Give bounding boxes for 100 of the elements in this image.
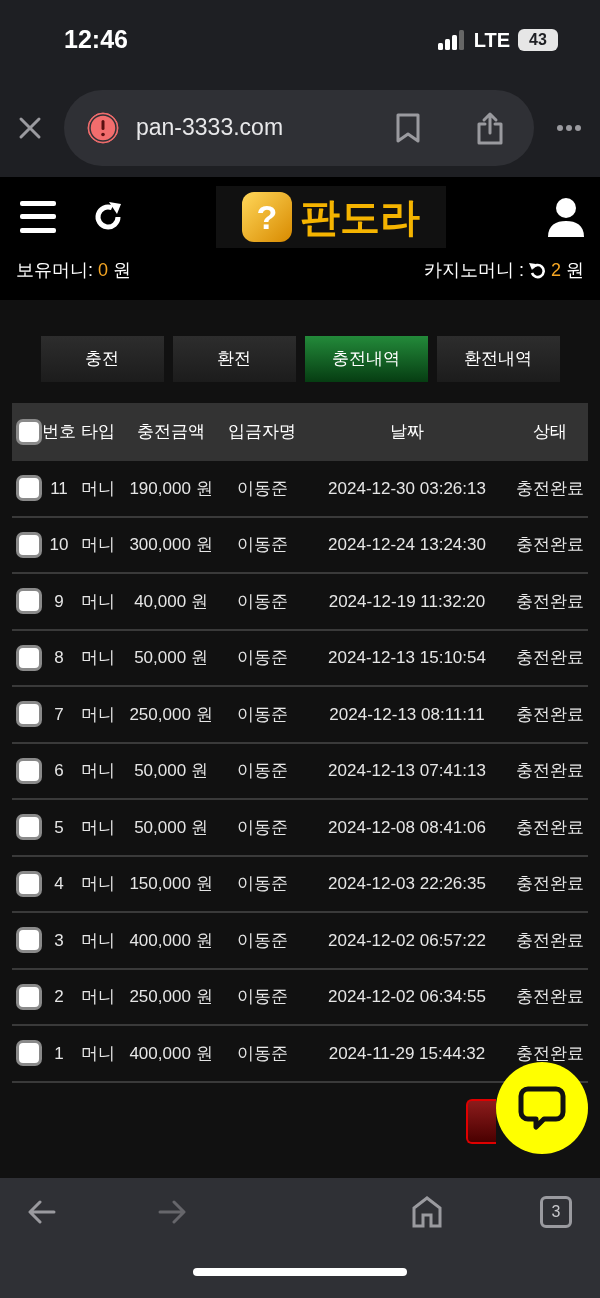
table-cell-text: 2024-12-30 03:26:13 bbox=[327, 477, 487, 500]
table-cell-text: 이동준 bbox=[235, 1042, 289, 1065]
table-cell-text: 150,000 원 bbox=[128, 873, 214, 895]
table-cell-text: 머니 bbox=[80, 986, 116, 1008]
balance-label: 카지노머니 : bbox=[423, 259, 524, 282]
user-icon[interactable] bbox=[548, 197, 584, 237]
table-cell-text: 충전완료 bbox=[515, 816, 585, 839]
table-cell-text: 충전완료 bbox=[515, 477, 585, 500]
bookmark-icon[interactable] bbox=[396, 112, 420, 143]
table-cell-text: 충전완료 bbox=[515, 986, 585, 1008]
table-cell-text: 400,000 원 bbox=[128, 1042, 214, 1065]
table-cell-text: 2024-11-29 15:44:32 bbox=[327, 1042, 487, 1065]
table-cell-text: 7 bbox=[53, 703, 65, 726]
table-cell-text: 40,000 원 bbox=[133, 590, 209, 613]
table-cell-text: 9 bbox=[53, 590, 65, 613]
table-cell-text: 250,000 원 bbox=[128, 986, 214, 1008]
home-icon[interactable] bbox=[412, 1196, 442, 1228]
table-cell-text: 50,000 원 bbox=[133, 760, 209, 782]
table-cell-text: 충전완료 bbox=[515, 590, 585, 613]
table-cell-text: 이동준 bbox=[235, 873, 289, 895]
action-button[interactable] bbox=[466, 1098, 496, 1144]
table-cell-text: 머니 bbox=[80, 1042, 116, 1065]
table-cell-text: 머니 bbox=[80, 816, 116, 839]
checkbox[interactable] bbox=[16, 531, 42, 558]
address-bar[interactable]: pan-3333.com bbox=[64, 89, 534, 166]
table-cell-text: 2024-12-08 08:41:06 bbox=[327, 816, 487, 839]
checkbox[interactable] bbox=[16, 701, 42, 728]
table-cell-text: 6 bbox=[53, 760, 65, 782]
table-cell-text: 머니 bbox=[80, 477, 116, 500]
table-cell-text: 머니 bbox=[80, 929, 116, 952]
checkbox[interactable] bbox=[16, 475, 42, 502]
table-cell-text: 이동준 bbox=[235, 647, 289, 669]
logo-mark: ? bbox=[242, 192, 292, 242]
table-cell-text: 2024-12-13 15:10:54 bbox=[327, 647, 487, 669]
checkbox[interactable] bbox=[16, 757, 42, 784]
table-cell-text: 충전완료 bbox=[515, 703, 585, 726]
table-cell-text: 2024-12-13 07:41:13 bbox=[327, 760, 487, 782]
table-cell-text: 충전완료 bbox=[515, 1042, 585, 1065]
table-cell-text: 11 bbox=[49, 477, 69, 500]
table-cell-text: 머니 bbox=[80, 760, 116, 782]
network-label: LTE bbox=[473, 28, 510, 53]
table-cell-text: 머니 bbox=[80, 873, 116, 895]
balance-value: 2 bbox=[551, 259, 561, 282]
table-cell-text: 50,000 원 bbox=[133, 647, 209, 669]
checkbox[interactable] bbox=[16, 644, 42, 671]
tabs-button[interactable]: 3 bbox=[540, 1196, 572, 1228]
table-cell-text: 이동준 bbox=[235, 590, 289, 613]
table-cell-text: 이동준 bbox=[235, 929, 289, 952]
column-header: 충전금액 bbox=[136, 421, 206, 444]
table-cell-text: 8 bbox=[53, 647, 65, 669]
tab[interactable]: 환전내역 bbox=[436, 336, 560, 382]
table-cell-text: 10 bbox=[48, 534, 70, 556]
table-cell-text: 이동준 bbox=[235, 760, 289, 782]
table-cell-text: 충전완료 bbox=[515, 534, 585, 556]
table-cell-text: 50,000 원 bbox=[133, 816, 209, 839]
table-cell-text: 2024-12-02 06:34:55 bbox=[327, 986, 487, 1008]
column-header: 번호 bbox=[42, 421, 76, 444]
table-cell-text: 이동준 bbox=[235, 816, 289, 839]
chat-icon bbox=[518, 1086, 566, 1130]
column-header: 날짜 bbox=[389, 421, 425, 444]
table-cell-text: 400,000 원 bbox=[128, 929, 214, 952]
menu-icon[interactable] bbox=[20, 201, 56, 233]
checkbox[interactable] bbox=[16, 927, 42, 954]
back-icon[interactable] bbox=[28, 1200, 56, 1224]
balance-value: 0 bbox=[98, 259, 109, 282]
logo[interactable]: ? 판도라 bbox=[216, 186, 446, 248]
table-cell-text: 2024-12-03 22:26:35 bbox=[327, 873, 487, 895]
refresh-icon[interactable] bbox=[529, 262, 546, 279]
tab[interactable]: 환전 bbox=[172, 336, 296, 382]
table-cell-text: 충전완료 bbox=[515, 929, 585, 952]
url-text: pan-3333.com bbox=[136, 113, 285, 143]
checkbox[interactable] bbox=[16, 588, 42, 615]
column-header: 타입 bbox=[80, 421, 116, 444]
table-cell-text: 머니 bbox=[80, 703, 116, 726]
balance-label: 보유머니: bbox=[16, 259, 93, 282]
table-cell-text: 5 bbox=[53, 816, 65, 839]
table-cell-text: 2024-12-24 13:24:30 bbox=[327, 534, 487, 556]
table-cell-text: 머니 bbox=[80, 534, 116, 556]
table-cell-text: 4 bbox=[53, 873, 65, 895]
table-cell-text: 2024-12-19 11:32:20 bbox=[327, 590, 487, 613]
tab[interactable]: 충전 bbox=[40, 336, 164, 382]
share-icon[interactable] bbox=[476, 110, 504, 145]
table-cell-text: 충전완료 bbox=[515, 647, 585, 669]
table-cell-text: 이동준 bbox=[235, 986, 289, 1008]
table-cell-text: 300,000 원 bbox=[128, 534, 214, 556]
tab[interactable]: 충전내역 bbox=[304, 336, 428, 382]
table-cell-text: 충전완료 bbox=[515, 873, 585, 895]
checkbox[interactable] bbox=[16, 419, 42, 445]
close-icon[interactable] bbox=[18, 115, 42, 140]
checkbox[interactable] bbox=[16, 983, 42, 1010]
table-cell-text: 1 bbox=[53, 1042, 65, 1065]
checkbox[interactable] bbox=[16, 1040, 42, 1067]
more-icon[interactable] bbox=[556, 123, 582, 132]
checkbox[interactable] bbox=[16, 814, 42, 841]
checkbox[interactable] bbox=[16, 870, 42, 897]
table-cell-text: 이동준 bbox=[235, 703, 289, 726]
battery-indicator: 43 bbox=[518, 29, 558, 51]
logo-text: 판도라 bbox=[300, 197, 420, 237]
table-cell-text: 3 bbox=[53, 929, 65, 952]
table-cell-text: 충전완료 bbox=[515, 760, 585, 782]
